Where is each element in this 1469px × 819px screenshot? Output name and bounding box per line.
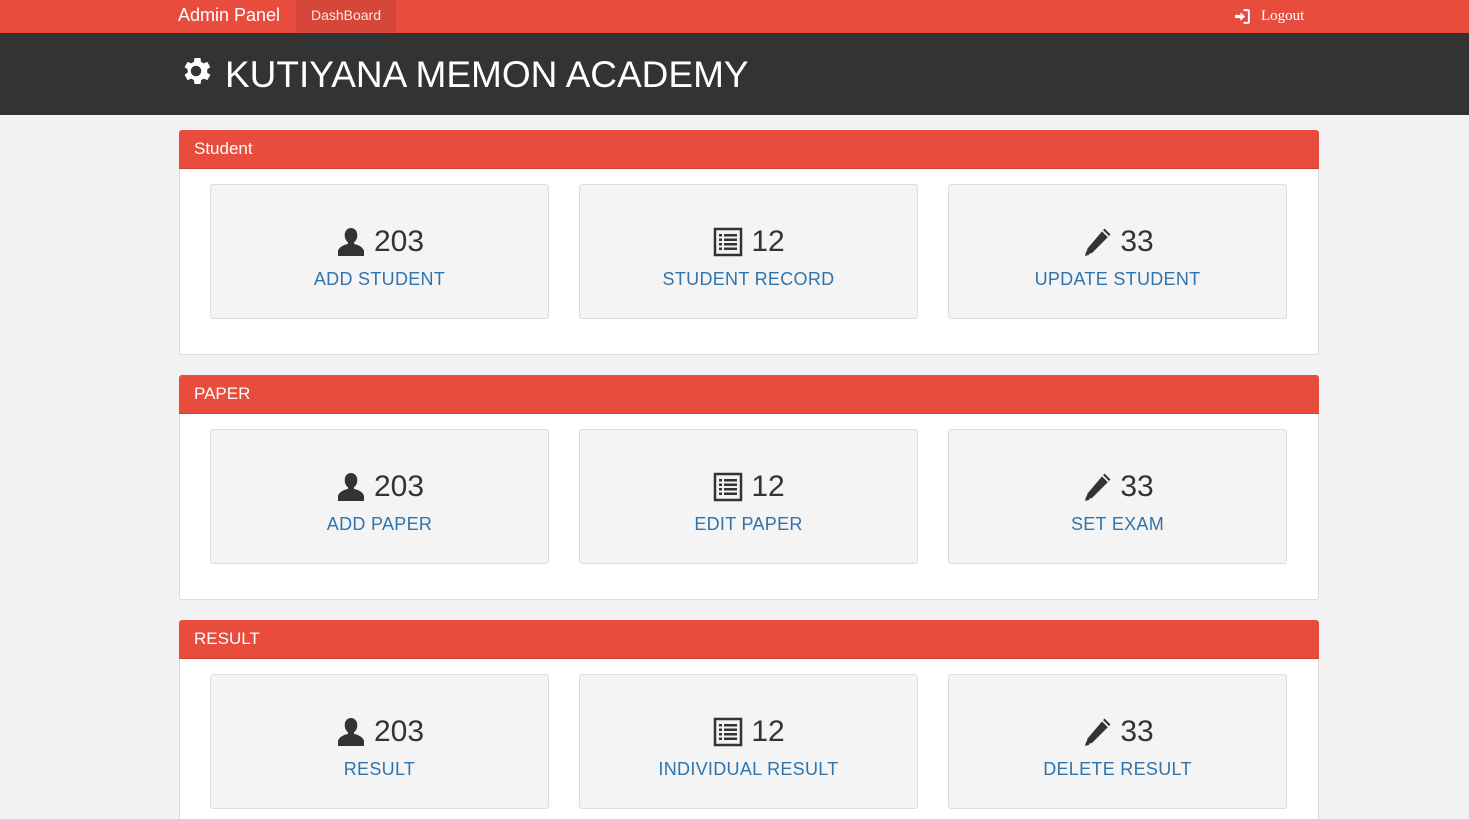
top-navbar: Admin Panel DashBoard Logout — [0, 0, 1469, 33]
tile-label[interactable]: ADD PAPER — [211, 514, 548, 535]
user-icon — [337, 473, 364, 501]
panel-result: RESULT 203 RESULT 12 INDIVIDUAL RESULT 3… — [179, 620, 1319, 819]
panel-title: PAPER — [179, 375, 1319, 414]
tile-label[interactable]: RESULT — [211, 759, 548, 780]
pencil-icon — [1085, 228, 1111, 256]
tile-count: 12 — [751, 470, 785, 503]
login-icon — [1235, 9, 1250, 24]
tile-delete-result[interactable]: 33 DELETE RESULT — [948, 674, 1287, 809]
tile-count: 203 — [373, 225, 425, 258]
tile-count: 33 — [1120, 715, 1154, 748]
panel-paper: PAPER 203 ADD PAPER 12 EDIT PAPER 33 SET… — [179, 375, 1319, 600]
site-header: KUTIYANA MEMON ACADEMY — [0, 33, 1469, 115]
tile-edit-paper[interactable]: 12 EDIT PAPER — [579, 429, 918, 564]
panel-title: Student — [179, 130, 1319, 169]
tile-student-record[interactable]: 12 STUDENT RECORD — [579, 184, 918, 319]
tile-label[interactable]: ADD STUDENT — [211, 269, 548, 290]
tile-count: 203 — [373, 715, 425, 748]
tile-stat: 203 — [211, 715, 548, 749]
tile-update-student[interactable]: 33 UPDATE STUDENT — [948, 184, 1287, 319]
brand-link[interactable]: Admin Panel — [178, 0, 280, 33]
tile-count: 12 — [751, 225, 785, 258]
list-icon — [714, 227, 743, 257]
pencil-icon — [1085, 473, 1111, 501]
tile-count: 33 — [1120, 470, 1154, 503]
tile-label[interactable]: UPDATE STUDENT — [949, 269, 1286, 290]
panel-title: RESULT — [179, 620, 1319, 659]
user-icon — [337, 718, 364, 746]
list-icon — [714, 472, 743, 502]
tile-stat: 33 — [949, 715, 1286, 749]
tile-label[interactable]: EDIT PAPER — [580, 514, 917, 535]
tile-stat: 33 — [949, 225, 1286, 259]
tile-label[interactable]: STUDENT RECORD — [580, 269, 917, 290]
tile-stat: 12 — [580, 470, 917, 504]
tile-stat: 12 — [580, 225, 917, 259]
gear-icon — [184, 57, 211, 85]
user-icon — [337, 228, 364, 256]
tile-count: 12 — [751, 715, 785, 748]
pencil-icon — [1085, 718, 1111, 746]
tile-count: 203 — [373, 470, 425, 503]
logout-link[interactable]: Logout — [1234, 0, 1304, 33]
tile-stat: 203 — [211, 225, 548, 259]
tile-result[interactable]: 203 RESULT — [210, 674, 549, 809]
tile-stat: 203 — [211, 470, 548, 504]
tile-stat: 12 — [580, 715, 917, 749]
tile-label[interactable]: SET EXAM — [949, 514, 1286, 535]
tile-add-paper[interactable]: 203 ADD PAPER — [210, 429, 549, 564]
nav-tab-dashboard[interactable]: DashBoard — [296, 0, 396, 33]
tile-set-exam[interactable]: 33 SET EXAM — [948, 429, 1287, 564]
tile-label[interactable]: INDIVIDUAL RESULT — [580, 759, 917, 780]
logout-label: Logout — [1261, 8, 1305, 24]
panel-student: Student 203 ADD STUDENT 12 STUDENT RECOR… — [179, 130, 1319, 355]
list-icon — [714, 717, 743, 747]
page-title: KUTIYANA MEMON ACADEMY — [225, 54, 749, 95]
tile-add-student[interactable]: 203 ADD STUDENT — [210, 184, 549, 319]
tile-label[interactable]: DELETE RESULT — [949, 759, 1286, 780]
tile-individual-result[interactable]: 12 INDIVIDUAL RESULT — [579, 674, 918, 809]
tile-stat: 33 — [949, 470, 1286, 504]
tile-count: 33 — [1120, 225, 1154, 258]
